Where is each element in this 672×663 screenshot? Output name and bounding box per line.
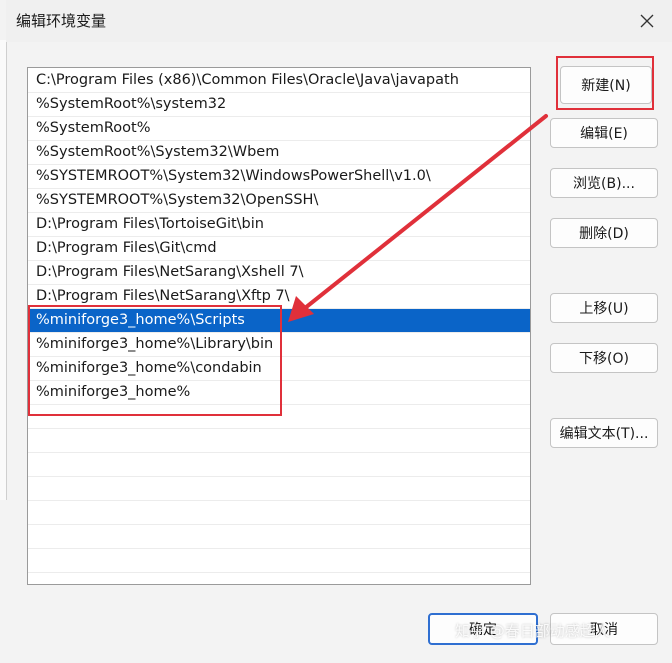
path-list-item[interactable]: %SYSTEMROOT%\System32\WindowsPowerShell\… [28,165,530,189]
title-bar: 编辑环境变量 [6,0,672,42]
path-list-item[interactable]: %SystemRoot% [28,117,530,141]
edit-environment-variable-dialog: 编辑环境变量 C:\Program Files (x86)\Common Fil… [0,0,672,663]
path-list-empty-row[interactable] [28,525,530,549]
path-list-item[interactable]: D:\Program Files\TortoiseGit\bin [28,213,530,237]
close-icon [640,14,654,28]
path-list-empty-row[interactable] [28,429,530,453]
path-list-empty-row[interactable] [28,549,530,573]
move-down-button[interactable]: 下移(O) [550,343,658,373]
path-list-item[interactable]: D:\Program Files\NetSarang\Xshell 7\ [28,261,530,285]
path-list-empty-row[interactable] [28,453,530,477]
move-up-button[interactable]: 上移(U) [550,293,658,323]
path-list-empty-row[interactable] [28,477,530,501]
path-list-item[interactable]: %SYSTEMROOT%\System32\OpenSSH\ [28,189,530,213]
path-list-item[interactable]: %SystemRoot%\system32 [28,93,530,117]
path-list-item[interactable]: D:\Program Files\Git\cmd [28,237,530,261]
edit-button[interactable]: 编辑(E) [550,118,658,148]
delete-button[interactable]: 删除(D) [550,218,658,248]
path-list-item[interactable]: %SystemRoot%\System32\Wbem [28,141,530,165]
edit-text-button[interactable]: 编辑文本(T)... [550,418,658,448]
background-window-edge [0,40,7,500]
dialog-title: 编辑环境变量 [16,12,107,30]
path-list-item[interactable]: C:\Program Files (x86)\Common Files\Orac… [28,69,530,93]
annotation-box-miniforge-paths [28,305,282,416]
path-list-empty-row[interactable] [28,501,530,525]
close-button[interactable] [634,9,660,33]
watermark-text: 知乎 @春日部动感超人 [455,622,610,640]
annotation-box-new-button [556,56,654,110]
browse-button[interactable]: 浏览(B)... [550,168,658,198]
